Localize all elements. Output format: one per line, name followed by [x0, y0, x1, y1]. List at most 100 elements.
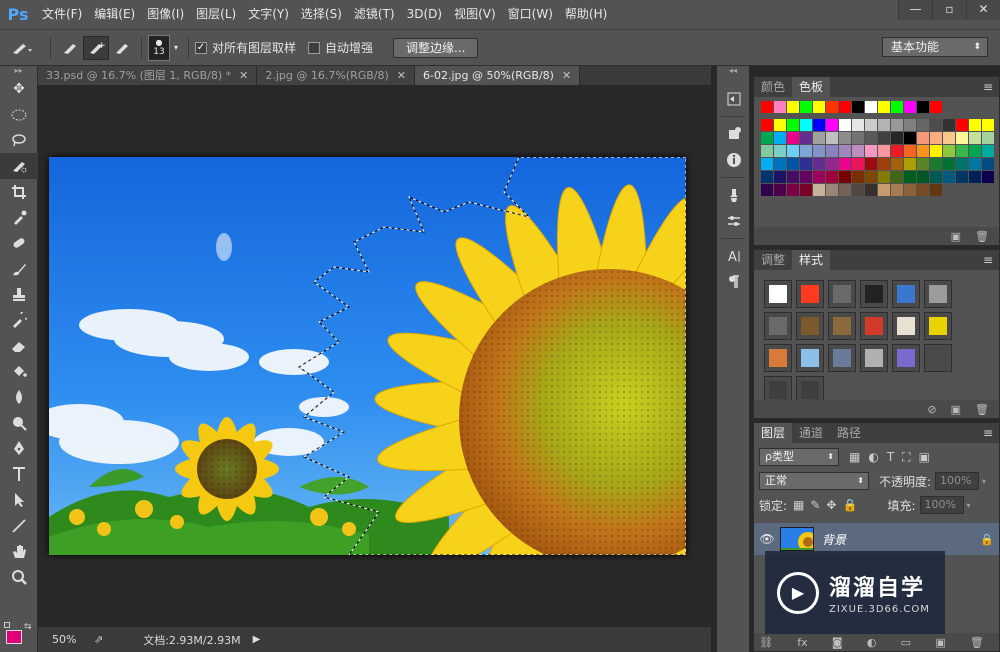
swatch[interactable]	[774, 145, 786, 157]
swatch[interactable]	[878, 184, 890, 196]
swatch[interactable]	[878, 119, 890, 131]
style-preset[interactable]	[892, 280, 920, 308]
new-group-icon[interactable]: ▭	[901, 636, 911, 649]
swatch[interactable]	[761, 101, 773, 113]
swatch[interactable]	[865, 132, 877, 144]
trash-icon[interactable]: 🗑	[975, 230, 989, 243]
history-brush-tool-icon[interactable]	[0, 307, 38, 333]
sample-all-layers-checkbox[interactable]: ✓ 对所有图层取样	[195, 39, 296, 56]
style-preset[interactable]	[828, 312, 856, 340]
swatch[interactable]	[904, 184, 916, 196]
swatch[interactable]	[852, 171, 864, 183]
swatch[interactable]	[969, 171, 981, 183]
close-tab-icon[interactable]: ✕	[397, 69, 406, 82]
canvas-area[interactable]	[38, 85, 711, 627]
swatch[interactable]	[917, 158, 929, 170]
panel-menu-icon[interactable]: ≡	[983, 250, 993, 270]
swatch[interactable]	[917, 171, 929, 183]
style-preset[interactable]	[828, 344, 856, 372]
swatch[interactable]	[943, 158, 955, 170]
swatch[interactable]	[774, 158, 786, 170]
swatch[interactable]	[904, 101, 916, 113]
swatch[interactable]	[891, 171, 903, 183]
swatch[interactable]	[891, 119, 903, 131]
filter-smart-object-icon[interactable]: ▣	[919, 450, 930, 464]
style-preset[interactable]	[860, 344, 888, 372]
fill-input[interactable]: 100%	[919, 496, 964, 514]
filter-type-icon[interactable]: T	[887, 450, 894, 464]
new-swatch-icon[interactable]: ▣	[951, 230, 961, 243]
swatch[interactable]	[904, 132, 916, 144]
swatch[interactable]	[904, 171, 916, 183]
swatch[interactable]	[969, 132, 981, 144]
menu-select[interactable]: 选择(S)	[295, 0, 348, 29]
lasso-tool-icon[interactable]	[0, 127, 38, 153]
healing-brush-tool-icon[interactable]	[0, 230, 38, 256]
history-panel-icon[interactable]	[717, 86, 751, 112]
swatch[interactable]	[982, 171, 994, 183]
swatch[interactable]	[787, 158, 799, 170]
tab-styles[interactable]: 样式	[792, 250, 831, 270]
link-layers-icon[interactable]: ⛓	[759, 636, 773, 649]
swatch[interactable]	[982, 158, 994, 170]
style-preset[interactable]	[764, 312, 792, 340]
style-preset[interactable]	[764, 344, 792, 372]
swatch[interactable]	[839, 184, 851, 196]
swatch[interactable]	[774, 132, 786, 144]
swatch[interactable]	[917, 145, 929, 157]
menu-layer[interactable]: 图层(L)	[190, 0, 242, 29]
swatch[interactable]	[800, 132, 812, 144]
tab-6-02-jpg[interactable]: 6-02.jpg @ 50%(RGB/8) ✕	[415, 66, 581, 85]
info-panel-icon[interactable]	[717, 147, 751, 173]
swatch[interactable]	[839, 132, 851, 144]
close-button[interactable]: ✕	[966, 0, 1000, 20]
style-preset[interactable]	[796, 312, 824, 340]
swatch[interactable]	[813, 132, 825, 144]
ellipse-marquee-tool-icon[interactable]	[0, 102, 38, 128]
swatch[interactable]	[800, 171, 812, 183]
clear-style-icon[interactable]: ⊘	[927, 403, 936, 416]
menu-view[interactable]: 视图(V)	[448, 0, 502, 29]
close-tab-icon[interactable]: ✕	[562, 69, 571, 82]
swatch[interactable]	[761, 158, 773, 170]
path-selection-tool-icon[interactable]	[0, 487, 38, 513]
lock-all-icon[interactable]: 🔒	[843, 498, 858, 512]
swatch[interactable]	[761, 145, 773, 157]
swatch[interactable]	[878, 101, 890, 113]
swatch[interactable]	[904, 119, 916, 131]
swatch[interactable]	[943, 119, 955, 131]
zoom-level[interactable]: 50%	[52, 633, 92, 646]
menu-window[interactable]: 窗口(W)	[502, 0, 559, 29]
swatch[interactable]	[917, 132, 929, 144]
swatch[interactable]	[904, 145, 916, 157]
swatch[interactable]	[852, 158, 864, 170]
swatch[interactable]	[800, 145, 812, 157]
hand-tool-icon[interactable]	[0, 538, 38, 564]
style-preset[interactable]	[764, 280, 792, 308]
swatch[interactable]	[839, 119, 851, 131]
swatch[interactable]	[774, 184, 786, 196]
swatch[interactable]	[761, 184, 773, 196]
pen-tool-icon[interactable]	[0, 436, 38, 462]
lock-pixels-icon[interactable]: ✎	[810, 498, 820, 512]
style-preset[interactable]	[924, 312, 952, 340]
menu-filter[interactable]: 滤镜(T)	[348, 0, 401, 29]
swatch[interactable]	[969, 119, 981, 131]
quick-selection-tool-icon[interactable]	[0, 153, 38, 179]
eye-icon[interactable]: 👁	[754, 532, 780, 546]
swatch[interactable]	[839, 171, 851, 183]
swatch[interactable]	[917, 184, 929, 196]
swatch[interactable]	[813, 101, 825, 113]
swatch[interactable]	[943, 145, 955, 157]
swatch[interactable]	[826, 119, 838, 131]
swatch[interactable]	[891, 132, 903, 144]
menu-edit[interactable]: 编辑(E)	[88, 0, 141, 29]
swatch[interactable]	[813, 119, 825, 131]
panel-menu-icon[interactable]: ≡	[983, 423, 993, 443]
swatch[interactable]	[878, 158, 890, 170]
swatch[interactable]	[774, 119, 786, 131]
refine-edge-button[interactable]: 调整边缘...	[393, 37, 479, 58]
swatch[interactable]	[865, 184, 877, 196]
workspace-select[interactable]: 基本功能 ⬍	[882, 37, 988, 57]
swatch[interactable]	[878, 171, 890, 183]
